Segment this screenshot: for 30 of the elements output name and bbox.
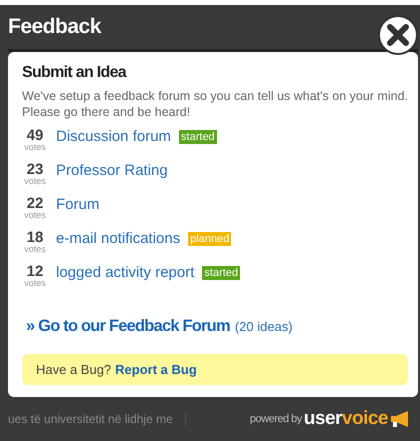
votes-label: votes	[24, 177, 46, 186]
idea-count: (20 ideas)	[234, 319, 293, 334]
powered-by-text: powered by	[250, 413, 302, 425]
idea-link[interactable]: logged activity report	[56, 264, 194, 282]
status-tag: planned	[188, 232, 232, 246]
idea-link[interactable]: Forum	[56, 196, 100, 214]
votes-label: votes	[24, 279, 46, 288]
votes-label: votes	[24, 211, 46, 220]
vote-count: 23	[26, 162, 44, 177]
vote-count: 18	[26, 230, 44, 245]
vote-count: 12	[26, 264, 44, 279]
vote-count: 22	[26, 196, 44, 211]
status-tag: started	[179, 130, 217, 144]
idea-link[interactable]: e-mail notifications	[56, 230, 180, 248]
bug-prompt: Have a Bug?	[36, 362, 112, 377]
intro-text: We've setup a feedback forum so you can tell us what's on your mind. Please go there and be heard!	[22, 88, 408, 120]
close-icon	[385, 22, 411, 48]
idea-link[interactable]: Professor Rating	[56, 162, 168, 180]
idea-link[interactable]: Discussion forum	[56, 128, 172, 146]
vote-count: 49	[26, 128, 44, 143]
feedback-forum-link[interactable]: » Go to our Feedback Forum	[26, 317, 230, 336]
window-title: Feedback	[8, 15, 101, 39]
votes-label: votes	[24, 245, 46, 254]
votes-label: votes	[24, 143, 46, 152]
brand-logo-text: uservoice	[304, 408, 388, 430]
close-button[interactable]	[378, 15, 418, 55]
background-text: ues të universitetit në lidhje me	[8, 412, 186, 426]
card-heading: Submit an Idea	[22, 64, 128, 82]
report-bug-link[interactable]: Report a Bug	[115, 362, 197, 377]
status-tag: started	[202, 266, 240, 280]
